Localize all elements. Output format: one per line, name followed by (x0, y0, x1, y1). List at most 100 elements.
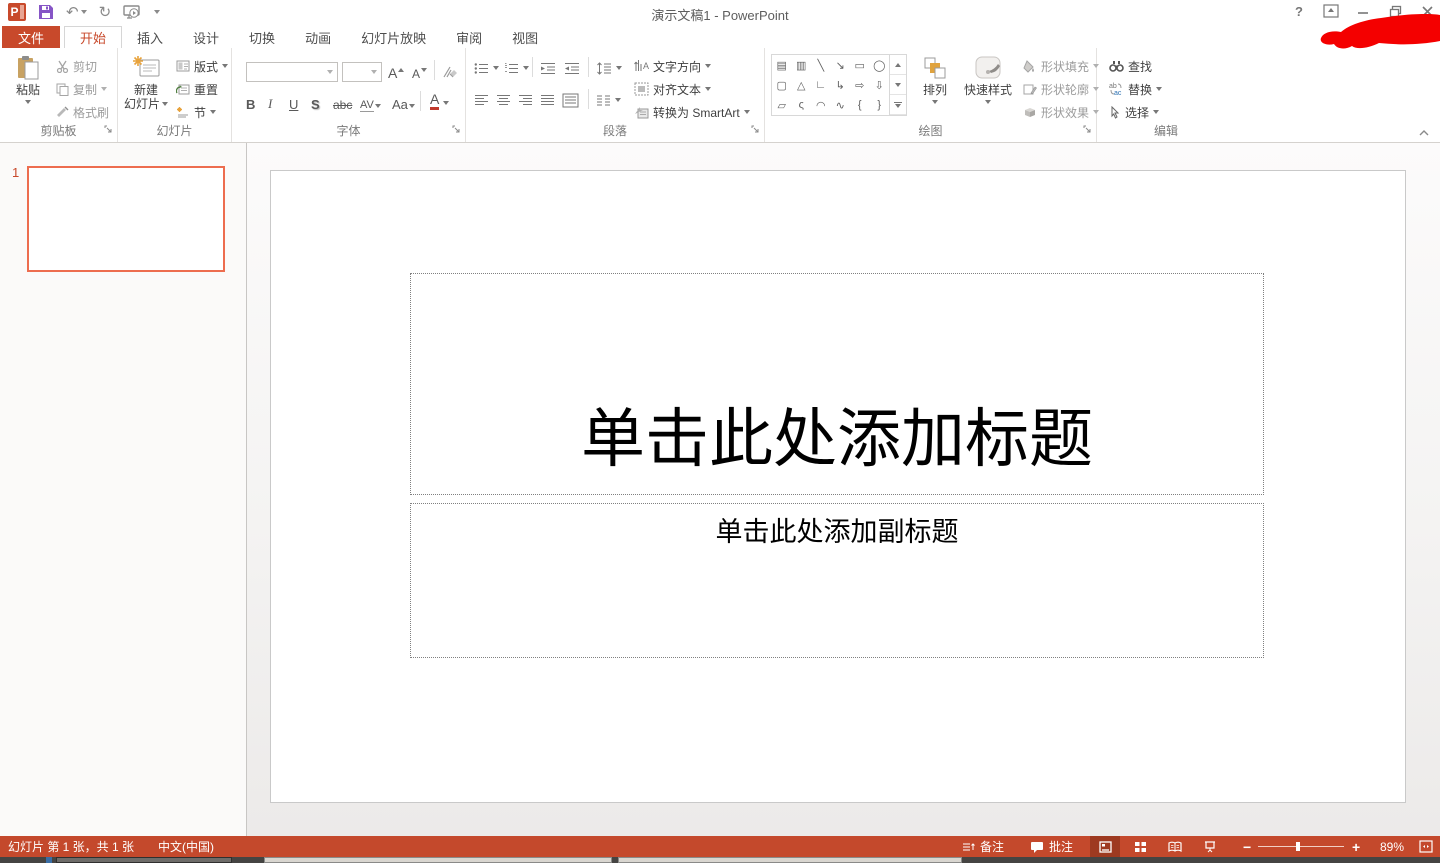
tab-insert[interactable]: 插入 (122, 26, 178, 48)
character-spacing-button[interactable]: AV (360, 92, 381, 112)
find-button[interactable]: 查找 (1109, 56, 1152, 76)
format-painter-button[interactable]: 格式刷 (56, 102, 109, 122)
taskbar-button[interactable] (56, 857, 232, 863)
convert-to-smartart-button[interactable]: 转换为 SmartArt (634, 102, 750, 122)
shape-rounded-rectangle-icon[interactable]: ▢ (772, 75, 792, 95)
decrease-indent-button[interactable] (540, 58, 556, 78)
columns-button[interactable] (596, 90, 621, 110)
strikethrough-button[interactable]: abc (333, 92, 352, 112)
font-size-combobox[interactable] (342, 62, 382, 82)
zoom-in-button[interactable]: + (1352, 836, 1360, 857)
shape-scroll-up-button[interactable] (890, 55, 906, 75)
drawing-dialog-launcher-icon[interactable] (1083, 124, 1093, 138)
fit-to-window-button[interactable] (1419, 836, 1433, 857)
taskbar-button[interactable] (264, 857, 612, 863)
shape-curve-icon[interactable]: ∿ (831, 95, 851, 115)
font-dialog-launcher-icon[interactable] (452, 124, 462, 138)
shape-vertical-textbox-icon[interactable]: ▥ (792, 55, 812, 75)
subtitle-placeholder[interactable]: 单击此处添加副标题 (410, 503, 1264, 658)
justify-button[interactable] (540, 90, 555, 110)
align-center-button[interactable] (496, 90, 511, 110)
normal-view-button[interactable] (1090, 836, 1120, 857)
copy-button[interactable]: 复制 (56, 79, 107, 99)
shape-arrow-icon[interactable]: ↘ (831, 55, 851, 75)
arrange-button[interactable]: 排列 (915, 51, 955, 127)
slide-counter[interactable]: 幻灯片 第 1 张，共 1 张 (8, 836, 134, 857)
distributed-button[interactable] (562, 90, 579, 110)
tab-transitions[interactable]: 切换 (234, 26, 290, 48)
shape-line-icon[interactable]: ╲ (811, 55, 831, 75)
line-spacing-button[interactable] (596, 58, 622, 78)
shrink-font-button[interactable]: A (412, 61, 427, 81)
shape-outline-button[interactable]: 形状轮廓 (1023, 79, 1099, 99)
new-slide-button[interactable]: 新建 幻灯片 (122, 51, 170, 127)
tab-file[interactable]: 文件 (2, 26, 60, 48)
quick-styles-button[interactable]: 快速样式 (960, 51, 1016, 127)
section-button[interactable]: 节 (176, 102, 216, 122)
shape-right-brace-icon[interactable]: } (870, 95, 890, 115)
grow-font-button[interactable]: A (388, 61, 404, 81)
comments-toggle[interactable]: 批注 (1030, 836, 1073, 857)
taskbar-button[interactable] (618, 857, 962, 863)
slide-sorter-view-button[interactable] (1125, 836, 1155, 857)
replace-button[interactable]: abac 替换 (1109, 79, 1162, 99)
shape-triangle-icon[interactable]: △ (792, 75, 812, 95)
tab-view[interactable]: 视图 (497, 26, 553, 48)
shape-freeform-icon[interactable]: ▱ (772, 95, 792, 115)
tab-review[interactable]: 审阅 (441, 26, 497, 48)
align-right-button[interactable] (518, 90, 533, 110)
clipboard-dialog-launcher-icon[interactable] (104, 124, 114, 138)
shape-down-arrow-icon[interactable]: ⇩ (870, 75, 890, 95)
shape-arc-icon[interactable]: ◠ (811, 95, 831, 115)
zoom-level[interactable]: 89% (1380, 836, 1404, 857)
shape-fill-button[interactable]: 形状填充 (1023, 56, 1099, 76)
clear-formatting-button[interactable] (442, 61, 458, 81)
tab-animations[interactable]: 动画 (290, 26, 346, 48)
shape-left-brace-icon[interactable]: { (850, 95, 870, 115)
collapse-ribbon-icon[interactable] (1418, 126, 1430, 140)
underline-button[interactable]: U (289, 92, 298, 112)
select-button[interactable]: 选择 (1109, 102, 1159, 122)
shape-right-arrow-icon[interactable]: ⇨ (850, 75, 870, 95)
align-left-button[interactable] (474, 90, 489, 110)
align-text-button[interactable]: 对齐文本 (634, 79, 711, 99)
increase-indent-button[interactable] (564, 58, 580, 78)
tab-home[interactable]: 开始 (64, 26, 122, 48)
tab-slideshow[interactable]: 幻灯片放映 (346, 26, 441, 48)
title-placeholder[interactable]: 单击此处添加标题 (410, 273, 1264, 495)
paste-button[interactable]: 粘贴 (6, 51, 50, 127)
tab-design[interactable]: 设计 (178, 26, 234, 48)
slideshow-view-button[interactable] (1195, 836, 1225, 857)
shape-oval-icon[interactable]: ◯ (870, 55, 890, 75)
layout-button[interactable]: 版式 (176, 56, 228, 76)
cut-button[interactable]: 剪切 (56, 56, 97, 76)
change-case-button[interactable]: Aa (392, 92, 415, 112)
notes-toggle[interactable]: 备注 (962, 836, 1004, 857)
reset-button[interactable]: 重置 (176, 79, 218, 99)
shape-scroll-down-button[interactable] (890, 75, 906, 95)
shape-rectangle-icon[interactable]: ▭ (850, 55, 870, 75)
shape-effects-button[interactable]: 形状效果 (1023, 102, 1099, 122)
shape-elbow-connector-icon[interactable]: ∟ (811, 75, 831, 95)
font-color-button[interactable]: A (430, 90, 449, 110)
reading-view-button[interactable] (1160, 836, 1190, 857)
zoom-out-button[interactable]: − (1243, 836, 1251, 857)
italic-button[interactable]: I (268, 92, 272, 112)
slide-thumbnail[interactable] (27, 166, 225, 272)
shape-gallery-more-button[interactable] (890, 95, 906, 115)
shape-elbow-arrow-icon[interactable]: ↳ (831, 75, 851, 95)
help-icon[interactable]: ? (1290, 2, 1308, 20)
slide-canvas[interactable]: 单击此处添加标题 单击此处添加副标题 (270, 170, 1406, 803)
font-name-combobox[interactable] (246, 62, 338, 82)
taskbar-icon[interactable] (46, 857, 52, 863)
shape-textbox-icon[interactable]: ▤ (772, 55, 792, 75)
text-shadow-button[interactable]: S (311, 92, 320, 112)
paragraph-dialog-launcher-icon[interactable] (751, 124, 761, 138)
bullets-button[interactable] (474, 58, 499, 78)
text-direction-button[interactable]: A 文字方向 (634, 56, 711, 76)
numbering-button[interactable] (504, 58, 529, 78)
shape-scribble-icon[interactable]: ς (792, 95, 812, 115)
language-indicator[interactable]: 中文(中国) (158, 836, 214, 857)
zoom-slider[interactable] (1258, 846, 1344, 847)
bold-button[interactable]: B (246, 92, 255, 112)
